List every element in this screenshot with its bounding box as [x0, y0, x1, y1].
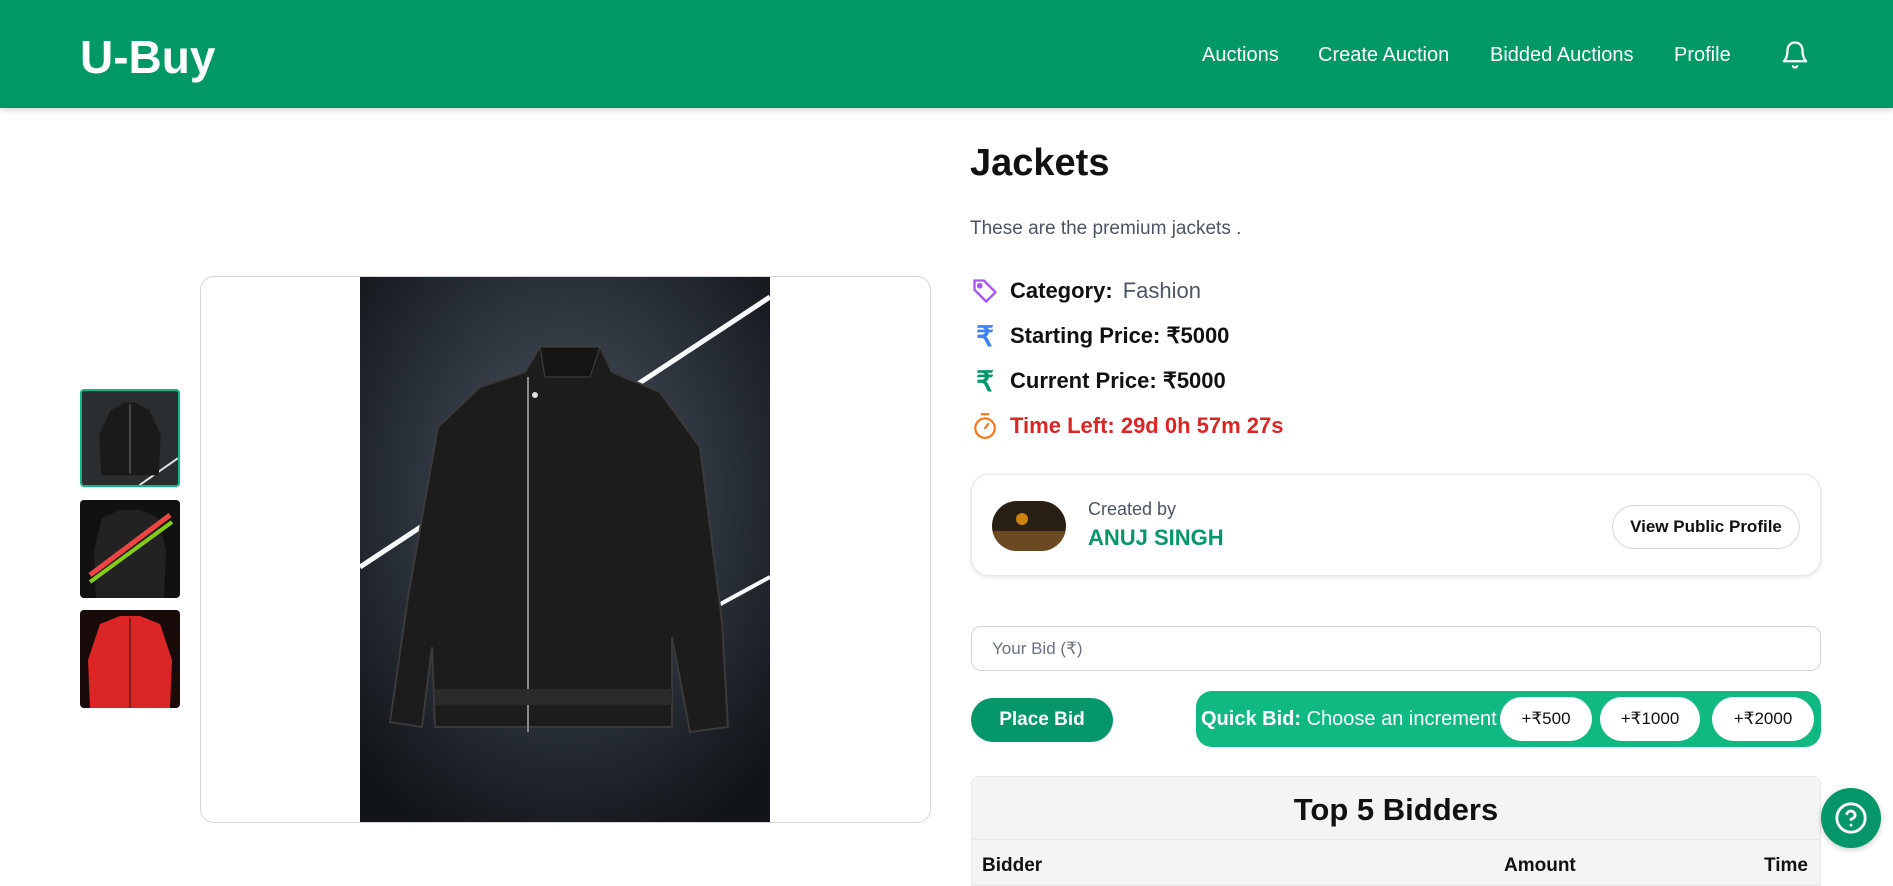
category-value: Fashion — [1122, 278, 1201, 303]
category-row: Category: Fashion — [970, 276, 1201, 306]
black-leather-jacket-thumb-image — [82, 391, 178, 485]
created-by-label: Created by — [1088, 499, 1177, 519]
rupee-icon: ₹ — [976, 365, 994, 397]
red-jacket-thumb-image — [80, 610, 180, 708]
divider — [972, 839, 1820, 840]
column-header-bidder: Bidder — [982, 855, 1043, 876]
help-button[interactable] — [1821, 788, 1881, 848]
nav-profile[interactable]: Profile — [1674, 44, 1731, 67]
category-label: Category: — [1010, 278, 1113, 303]
time-left-row: Time Left: 29d 0h 57m 27s — [970, 411, 1284, 441]
thumbnail-2[interactable] — [80, 500, 180, 598]
quick-bid-1000-button[interactable]: +₹1000 — [1600, 697, 1700, 741]
view-public-profile-button[interactable]: View Public Profile — [1612, 505, 1800, 549]
creator-name[interactable]: ANUJ SINGH — [1088, 525, 1224, 551]
avatar-image — [992, 501, 1066, 551]
column-header-time: Time — [1764, 855, 1809, 876]
quick-bid-title: Quick Bid: — [1201, 708, 1302, 730]
black-striped-jacket-thumb-image — [80, 500, 180, 598]
place-bid-button[interactable]: Place Bid — [971, 698, 1113, 742]
avatar — [992, 501, 1066, 551]
auction-title: Jackets — [970, 142, 1110, 184]
brand-logo[interactable]: U-Buy — [80, 30, 215, 84]
tag-icon — [970, 276, 1000, 306]
main-product-image — [360, 277, 770, 822]
quick-bid-label: Quick Bid: Choose an increment — [1201, 708, 1497, 731]
bid-input[interactable] — [971, 626, 1821, 671]
nav-create-auction[interactable]: Create Auction — [1318, 44, 1449, 67]
timer-icon — [970, 411, 1000, 441]
quick-bid-panel: Quick Bid: Choose an increment +₹500 +₹1… — [1196, 691, 1821, 747]
current-price: Current Price: ₹5000 — [1010, 368, 1226, 393]
help-icon — [1835, 802, 1867, 834]
quick-bid-2000-button[interactable]: +₹2000 — [1712, 697, 1814, 741]
navbar: U-Buy Auctions Create Auction Bidded Auc… — [0, 0, 1893, 108]
column-header-amount: Amount — [1504, 855, 1576, 876]
starting-price: Starting Price: ₹5000 — [1010, 323, 1230, 348]
thumbnail-3[interactable] — [80, 610, 180, 708]
nav-auctions[interactable]: Auctions — [1202, 44, 1279, 67]
quick-bid-500-button[interactable]: +₹500 — [1500, 697, 1592, 741]
thumbnail-1[interactable] — [80, 389, 180, 487]
auction-description: These are the premium jackets . — [970, 218, 1242, 239]
quick-bid-text: Choose an increment — [1306, 708, 1497, 730]
current-price-row: ₹ Current Price: ₹5000 — [970, 365, 1226, 397]
starting-price-row: ₹ Starting Price: ₹5000 — [970, 320, 1230, 352]
time-left: Time Left: 29d 0h 57m 27s — [1010, 413, 1284, 438]
top-bidders-title: Top 5 Bidders — [1293, 792, 1499, 827]
top-bidders-table: Top 5 Bidders Bidder Amount Time — [971, 776, 1821, 886]
black-leather-jacket-image — [360, 277, 770, 822]
nav-bidded-auctions[interactable]: Bidded Auctions — [1490, 44, 1633, 67]
rupee-icon: ₹ — [976, 320, 994, 352]
creator-card: Created by ANUJ SINGH View Public Profil… — [971, 474, 1821, 576]
bell-icon[interactable] — [1780, 38, 1810, 72]
